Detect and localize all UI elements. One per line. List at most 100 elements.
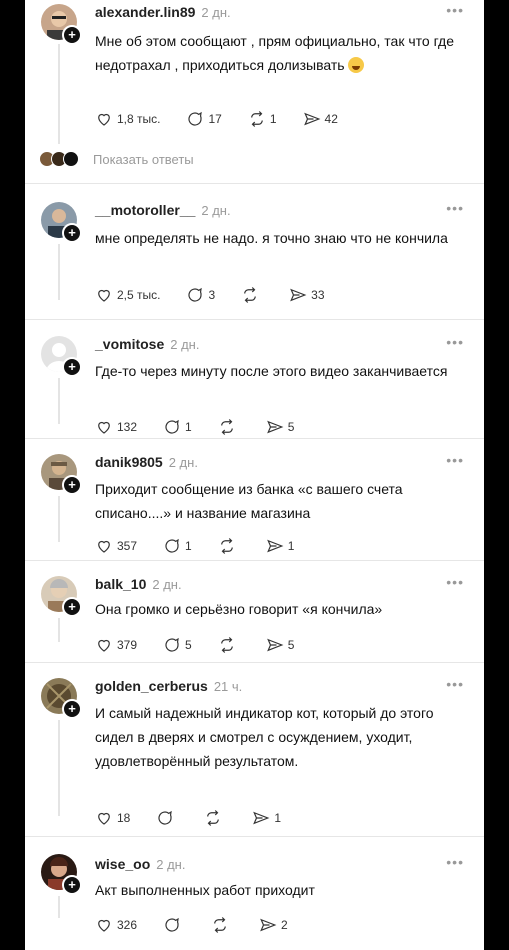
share-button[interactable]: 33 bbox=[289, 286, 325, 304]
like-button[interactable]: 18 bbox=[95, 809, 130, 827]
repost-button[interactable] bbox=[211, 916, 233, 934]
username-text[interactable]: golden_cerberus bbox=[95, 678, 208, 694]
action-bar: 326 2 bbox=[95, 916, 314, 934]
divider bbox=[25, 560, 484, 561]
timestamp: 2 дн. bbox=[168, 455, 198, 470]
username[interactable]: wise_oo 2 дн. bbox=[95, 856, 185, 872]
repost-button[interactable]: 1 bbox=[248, 110, 277, 128]
comment-text-body: Она громко и серьёзно говорит «я кончила… bbox=[95, 601, 383, 617]
follow-plus-icon[interactable]: + bbox=[62, 875, 82, 895]
share-button[interactable]: 2 bbox=[259, 916, 288, 934]
like-button[interactable]: 1,8 тыс. bbox=[95, 110, 160, 128]
show-replies-button[interactable]: Показать ответы bbox=[39, 151, 194, 167]
username[interactable]: golden_cerberus 21 ч. bbox=[95, 678, 242, 694]
timestamp: 2 дн. bbox=[170, 337, 200, 352]
share-count: 33 bbox=[311, 288, 325, 302]
share-count: 1 bbox=[287, 539, 295, 553]
username[interactable]: __motoroller__ 2 дн. bbox=[95, 202, 231, 218]
heart-icon bbox=[98, 421, 110, 434]
comment-button[interactable] bbox=[156, 809, 178, 827]
more-options-icon[interactable]: ••• bbox=[446, 452, 464, 468]
follow-plus-icon[interactable]: + bbox=[62, 699, 82, 719]
like-button[interactable]: 326 bbox=[95, 916, 137, 934]
more-options-icon[interactable]: ••• bbox=[446, 854, 464, 870]
avatar[interactable]: + bbox=[41, 202, 82, 243]
more-options-icon[interactable]: ••• bbox=[446, 2, 464, 18]
repost-button[interactable] bbox=[218, 636, 240, 654]
comment-button[interactable]: 1 bbox=[163, 537, 192, 555]
share-button[interactable]: 1 bbox=[252, 809, 281, 827]
share-button[interactable]: 42 bbox=[303, 110, 338, 128]
share-button[interactable]: 1 bbox=[266, 537, 295, 555]
avatar[interactable]: + bbox=[41, 854, 82, 895]
action-bar: 2,5 тыс. 3 33 bbox=[95, 286, 351, 304]
heart-icon bbox=[98, 812, 110, 825]
more-options-icon[interactable]: ••• bbox=[446, 676, 464, 692]
share-button[interactable]: 5 bbox=[266, 636, 294, 654]
divider bbox=[25, 438, 484, 439]
like-button[interactable]: 2,5 тыс. bbox=[95, 286, 160, 304]
username-text[interactable]: __motoroller__ bbox=[95, 202, 195, 218]
comment-bubble-icon bbox=[188, 287, 203, 302]
comment-bubble-icon bbox=[165, 917, 179, 932]
username-text[interactable]: _vomitose bbox=[95, 336, 164, 352]
repost-button[interactable] bbox=[241, 286, 263, 304]
share-count: 2 bbox=[281, 918, 288, 932]
avatar[interactable]: + bbox=[41, 454, 82, 495]
comment-post: + wise_oo 2 дн. ••• Акт выполненных работ… bbox=[25, 852, 484, 950]
comment-button[interactable]: 17 bbox=[186, 110, 222, 128]
comment-button[interactable]: 1 bbox=[163, 418, 192, 436]
avatar[interactable]: + bbox=[41, 678, 82, 719]
comment-button[interactable]: 5 bbox=[163, 636, 192, 654]
follow-plus-icon[interactable]: + bbox=[62, 475, 82, 495]
repost-button[interactable] bbox=[218, 418, 240, 436]
like-count: 357 bbox=[117, 539, 138, 553]
comment-button[interactable]: 3 bbox=[186, 286, 215, 304]
avatar[interactable]: + bbox=[41, 4, 82, 45]
follow-plus-icon[interactable]: + bbox=[62, 25, 82, 45]
more-options-icon[interactable]: ••• bbox=[446, 574, 464, 590]
action-bar: 132 1 5 bbox=[95, 418, 320, 436]
avatar[interactable]: + bbox=[41, 336, 82, 377]
comment-bubble-icon bbox=[188, 111, 203, 126]
username-text[interactable]: danik9805 bbox=[95, 454, 163, 470]
share-button[interactable]: 5 bbox=[266, 418, 295, 436]
repost-count: 1 bbox=[269, 112, 277, 126]
divider bbox=[25, 662, 484, 663]
username[interactable]: danik9805 2 дн. bbox=[95, 454, 198, 470]
share-count: 5 bbox=[287, 420, 295, 434]
username[interactable]: balk_10 2 дн. bbox=[95, 576, 182, 592]
timestamp: 2 дн. bbox=[152, 577, 182, 592]
follow-plus-icon[interactable]: + bbox=[62, 597, 82, 617]
repost-icon bbox=[214, 917, 226, 933]
username-text[interactable]: wise_oo bbox=[95, 856, 150, 872]
repost-icon bbox=[244, 287, 257, 303]
repost-button[interactable] bbox=[218, 537, 240, 555]
thread-line bbox=[58, 720, 60, 816]
like-button[interactable]: 379 bbox=[95, 636, 137, 654]
send-icon bbox=[253, 811, 270, 825]
repost-button[interactable] bbox=[204, 809, 226, 827]
comment-button[interactable] bbox=[163, 916, 185, 934]
username-text[interactable]: alexander.lin89 bbox=[95, 4, 195, 20]
send-icon bbox=[260, 918, 277, 932]
like-button[interactable]: 357 bbox=[95, 537, 137, 555]
username[interactable]: _vomitose 2 дн. bbox=[95, 336, 199, 352]
show-replies-label[interactable]: Показать ответы bbox=[93, 152, 194, 167]
timestamp: 2 дн. bbox=[201, 5, 231, 20]
username-text[interactable]: balk_10 bbox=[95, 576, 146, 592]
action-bar: 357 1 1 bbox=[95, 537, 320, 555]
follow-plus-icon[interactable]: + bbox=[62, 357, 82, 377]
comment-post: + golden_cerberus 21 ч. ••• И самый надеж… bbox=[25, 676, 484, 836]
avatar[interactable]: + bbox=[41, 576, 82, 617]
like-count: 132 bbox=[117, 420, 138, 434]
thread-line bbox=[58, 44, 60, 144]
username[interactable]: alexander.lin89 2 дн. bbox=[95, 4, 231, 20]
more-options-icon[interactable]: ••• bbox=[446, 200, 464, 216]
thread-line bbox=[58, 378, 60, 424]
like-button[interactable]: 132 bbox=[95, 418, 137, 436]
comment-bubble-icon bbox=[165, 419, 179, 434]
more-options-icon[interactable]: ••• bbox=[446, 334, 464, 350]
follow-plus-icon[interactable]: + bbox=[62, 223, 82, 243]
comment-post: + danik9805 2 дн. ••• Приходит сообщение … bbox=[25, 452, 484, 562]
